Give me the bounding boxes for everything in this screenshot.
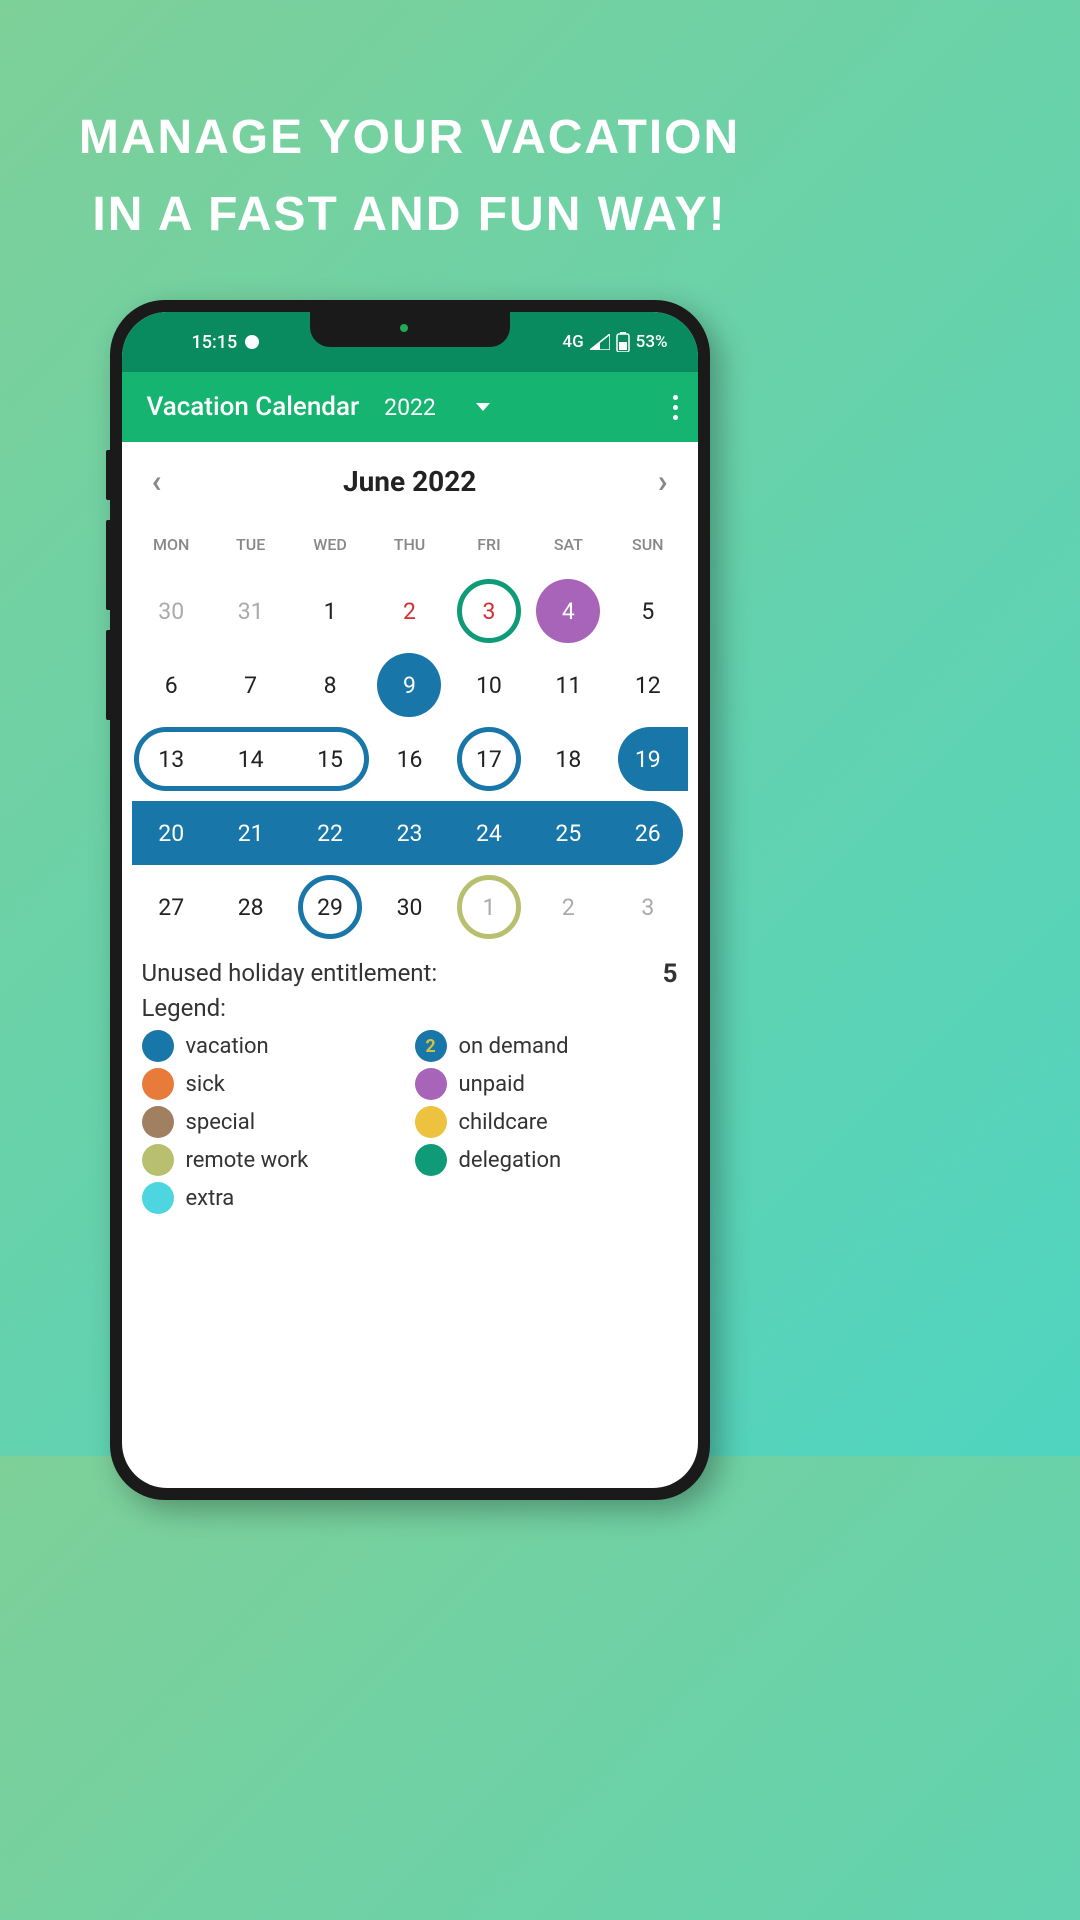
day-cell-delegation[interactable]: 3 xyxy=(449,577,528,645)
unused-entitlement-value: 5 xyxy=(663,959,678,989)
day-cell[interactable]: 2 xyxy=(529,873,608,941)
day-cell[interactable]: 21 xyxy=(211,799,290,867)
calendar-grid: MON TUE WED THU FRI SAT SUN 30 31 1 2 3 xyxy=(122,520,698,944)
day-cell[interactable]: 8 xyxy=(290,651,369,719)
unused-entitlement-label: Unused holiday entitlement: xyxy=(142,959,438,989)
legend-label: Legend: xyxy=(142,994,678,1022)
status-notification-dot xyxy=(245,335,259,349)
delegation-dot-icon xyxy=(415,1144,447,1176)
day-cell[interactable]: 31 xyxy=(211,577,290,645)
legend-special: special xyxy=(142,1106,405,1138)
day-cell-vacation[interactable]: 29 xyxy=(290,873,369,941)
day-cell[interactable]: 7 xyxy=(211,651,290,719)
year-dropdown-label: 2022 xyxy=(384,394,436,421)
next-month-button[interactable]: › xyxy=(658,462,668,500)
weekday-label: MON xyxy=(132,535,211,554)
legend-extra: extra xyxy=(142,1182,405,1214)
legend-sick: sick xyxy=(142,1068,405,1100)
weekday-header: MON TUE WED THU FRI SAT SUN xyxy=(132,520,688,574)
day-cell[interactable]: 19 xyxy=(608,725,687,793)
tagline-line1: MANAGE YOUR VACATION xyxy=(0,100,819,177)
remote-dot-icon xyxy=(142,1144,174,1176)
day-cell[interactable]: 10 xyxy=(449,651,528,719)
day-cell[interactable]: 30 xyxy=(132,577,211,645)
year-dropdown[interactable]: 2022 xyxy=(384,394,667,421)
chevron-down-icon xyxy=(476,403,490,411)
legend-on-demand: 2 on demand xyxy=(415,1030,678,1062)
day-cell[interactable]: 27 xyxy=(132,873,211,941)
day-cell[interactable]: 13 xyxy=(132,725,211,793)
month-title: June 2022 xyxy=(343,465,476,498)
summary-section: Unused holiday entitlement: 5 Legend: va… xyxy=(122,944,698,1229)
unpaid-dot-icon xyxy=(415,1068,447,1100)
day-cell-vacation[interactable]: 9 xyxy=(370,651,449,719)
promo-tagline: MANAGE YOUR VACATION IN A FAST AND FUN W… xyxy=(0,0,819,254)
day-cell[interactable]: 25 xyxy=(529,799,608,867)
day-cell[interactable]: 1 xyxy=(290,577,369,645)
day-cell[interactable]: 18 xyxy=(529,725,608,793)
day-cell[interactable]: 22 xyxy=(290,799,369,867)
weekday-label: WED xyxy=(290,535,369,554)
weekday-label: SUN xyxy=(608,535,687,554)
week-row: 27 28 29 30 1 2 3 xyxy=(132,870,688,944)
prev-month-button[interactable]: ‹ xyxy=(152,462,162,500)
day-cell[interactable]: 5 xyxy=(608,577,687,645)
weekday-label: THU xyxy=(370,535,449,554)
day-cell[interactable]: 14 xyxy=(211,725,290,793)
week-row: 6 7 8 9 10 11 12 xyxy=(132,648,688,722)
phone-mockup: 15:15 4G 53% Vacation Calendar 2022 ‹ Ju… xyxy=(110,300,710,1500)
day-cell-remote[interactable]: 1 xyxy=(449,873,528,941)
special-dot-icon xyxy=(142,1106,174,1138)
signal-icon xyxy=(590,334,610,350)
day-cell[interactable]: 30 xyxy=(370,873,449,941)
on-demand-dot-icon: 2 xyxy=(415,1030,447,1062)
legend-vacation: vacation xyxy=(142,1030,405,1062)
day-cell[interactable]: 28 xyxy=(211,873,290,941)
app-header: Vacation Calendar 2022 xyxy=(122,372,698,442)
legend-unpaid: unpaid xyxy=(415,1068,678,1100)
day-cell[interactable]: 6 xyxy=(132,651,211,719)
legend-remote: remote work xyxy=(142,1144,405,1176)
status-time: 15:15 xyxy=(192,332,238,353)
sick-dot-icon xyxy=(142,1068,174,1100)
day-cell[interactable]: 2 xyxy=(370,577,449,645)
month-navigation: ‹ June 2022 › xyxy=(122,442,698,520)
week-row: 30 31 1 2 3 4 5 xyxy=(132,574,688,648)
status-network: 4G xyxy=(562,332,583,352)
weekday-label: TUE xyxy=(211,535,290,554)
day-cell-unpaid[interactable]: 4 xyxy=(529,577,608,645)
phone-notch xyxy=(310,312,510,347)
battery-icon xyxy=(616,332,630,352)
day-cell[interactable]: 12 xyxy=(608,651,687,719)
overflow-menu[interactable] xyxy=(668,390,683,425)
vacation-dot-icon xyxy=(142,1030,174,1062)
week-row: 13 14 15 16 17 18 19 xyxy=(132,722,688,796)
tagline-line2: IN A FAST AND FUN WAY! xyxy=(0,177,819,254)
day-cell[interactable]: 20 xyxy=(132,799,211,867)
childcare-dot-icon xyxy=(415,1106,447,1138)
day-cell[interactable]: 24 xyxy=(449,799,528,867)
legend-childcare: childcare xyxy=(415,1106,678,1138)
day-cell[interactable]: 3 xyxy=(608,873,687,941)
weekday-label: SAT xyxy=(529,535,608,554)
day-cell[interactable]: 16 xyxy=(370,725,449,793)
status-battery: 53% xyxy=(636,332,668,352)
week-row: 20 21 22 23 24 25 26 xyxy=(132,796,688,870)
weekday-label: FRI xyxy=(449,535,528,554)
extra-dot-icon xyxy=(142,1182,174,1214)
day-cell-vacation[interactable]: 17 xyxy=(449,725,528,793)
day-cell[interactable]: 23 xyxy=(370,799,449,867)
legend-grid: vacation 2 on demand sick unpaid special xyxy=(142,1030,678,1214)
day-cell[interactable]: 26 xyxy=(608,799,687,867)
day-cell[interactable]: 15 xyxy=(290,725,369,793)
day-cell[interactable]: 11 xyxy=(529,651,608,719)
legend-delegation: delegation xyxy=(415,1144,678,1176)
app-title: Vacation Calendar xyxy=(147,392,360,422)
